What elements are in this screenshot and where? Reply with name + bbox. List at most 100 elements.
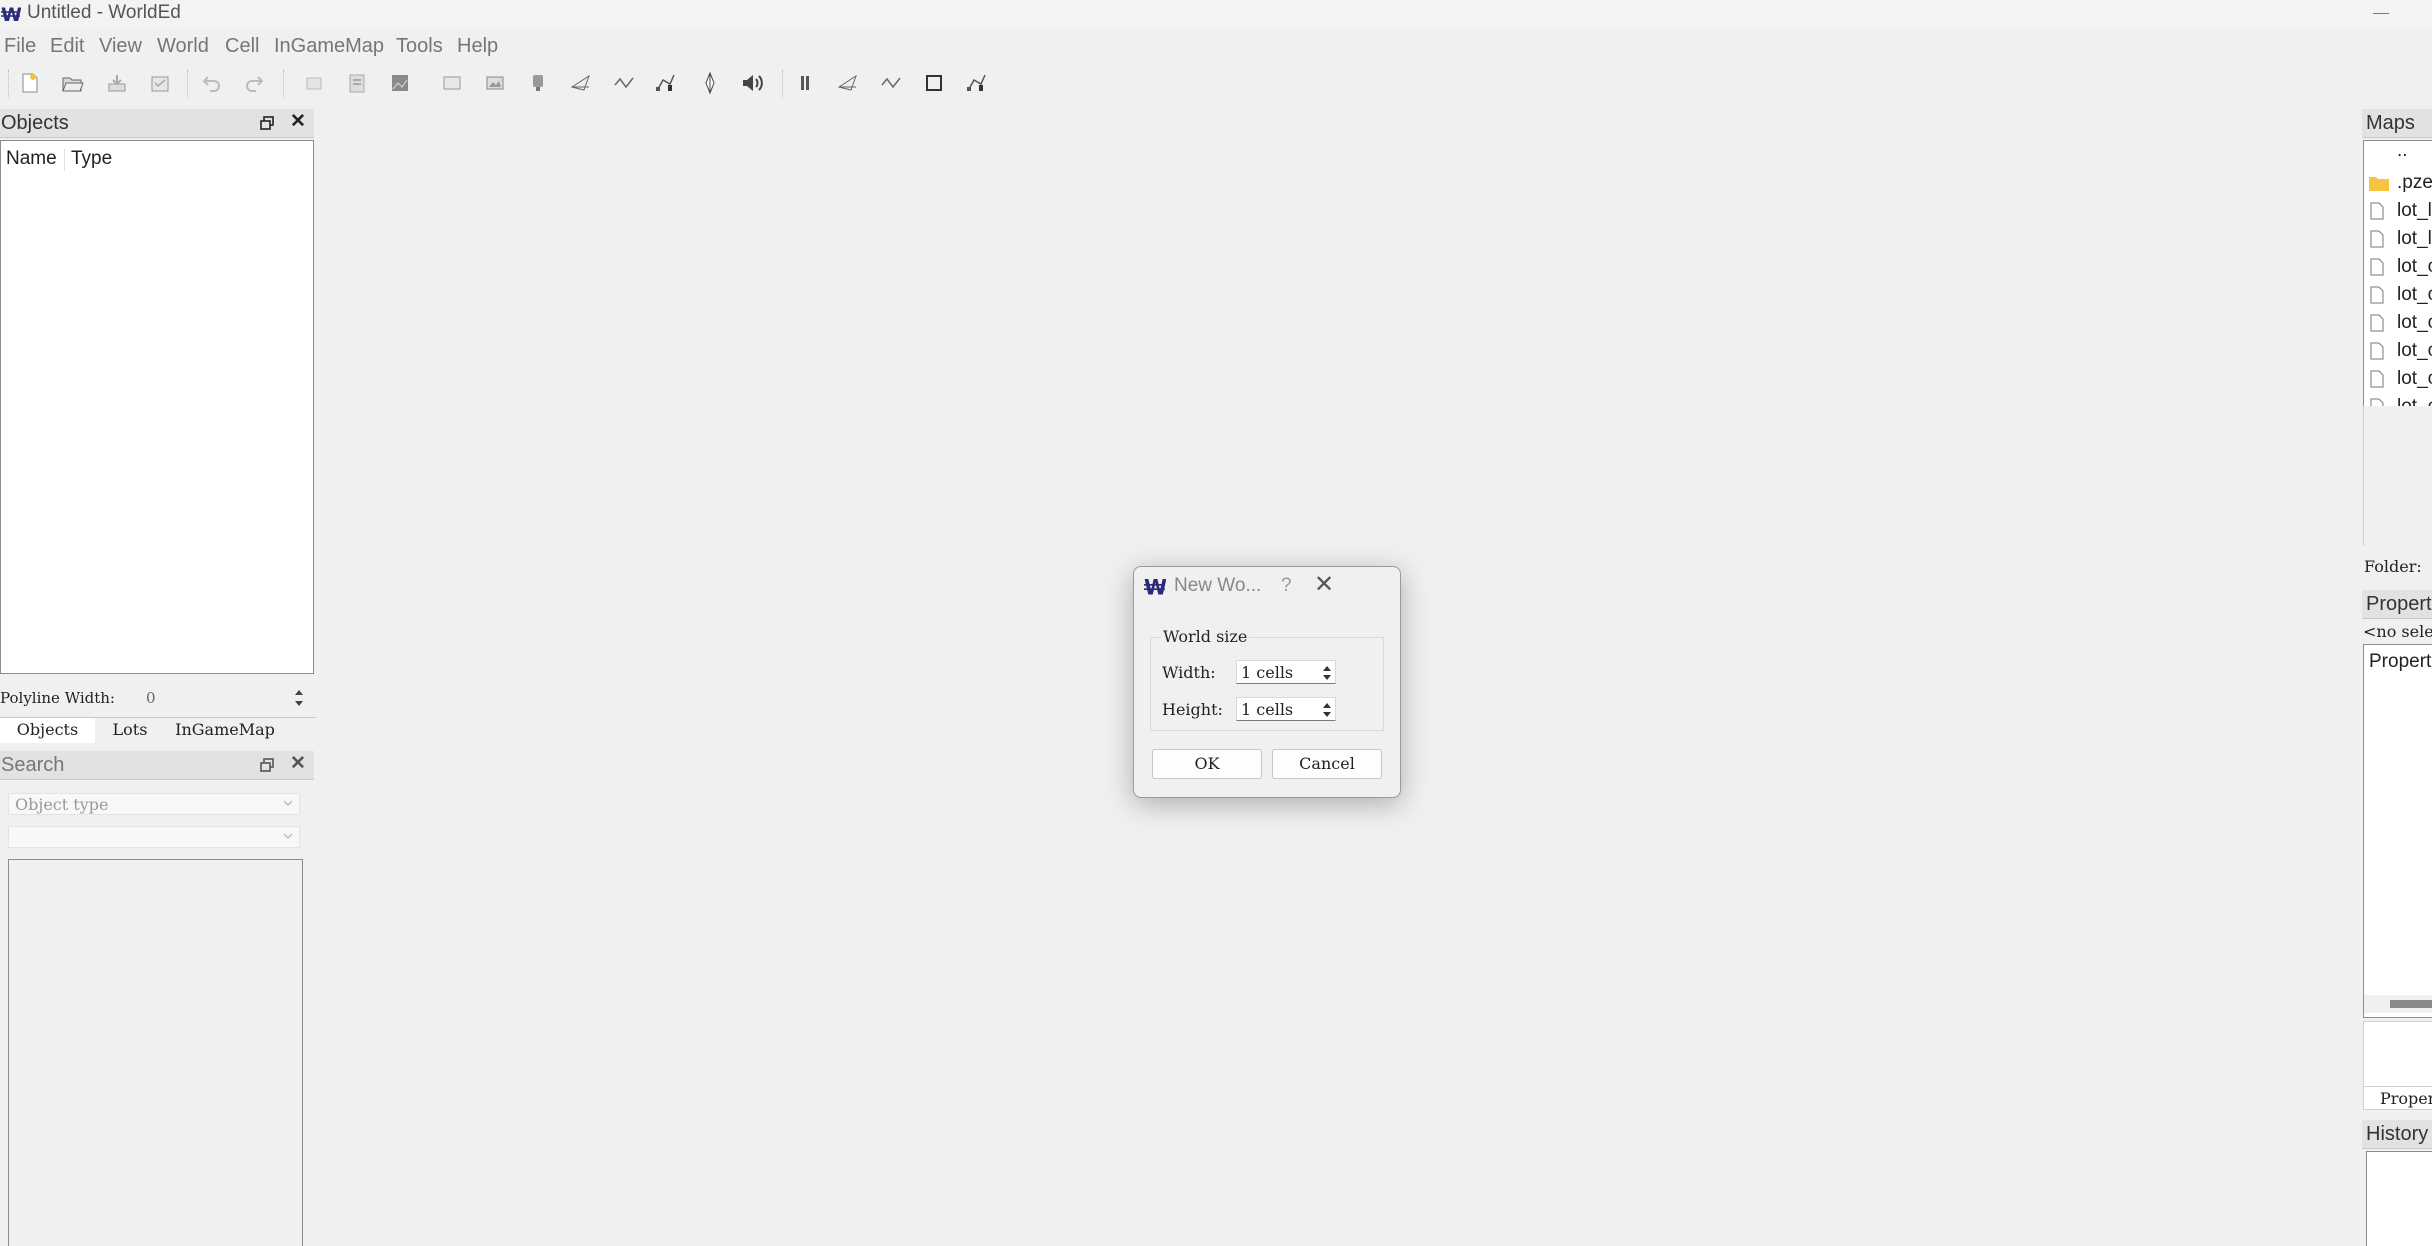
- flag-icon[interactable]: [567, 69, 595, 97]
- cancel-button[interactable]: Cancel: [1272, 749, 1382, 779]
- pause-icon[interactable]: [791, 69, 819, 97]
- search-panel-title: Search: [1, 754, 65, 776]
- objects-tab-bar: Objects Lots InGameMap: [0, 717, 316, 743]
- menu-cell[interactable]: Cell: [225, 31, 259, 61]
- maps-preview: [2363, 406, 2432, 546]
- close-icon[interactable]: ✕: [1314, 572, 1334, 596]
- float-icon[interactable]: [260, 116, 274, 130]
- scrollbar-thumb[interactable]: [2390, 1000, 2432, 1008]
- svg-text:W: W: [1144, 576, 1166, 598]
- width-label: Width:: [1162, 663, 1216, 682]
- search-results-list[interactable]: [8, 859, 303, 1246]
- select-path-icon[interactable]: [652, 69, 680, 97]
- menu-file[interactable]: File: [4, 31, 36, 61]
- width-spinbox[interactable]: 1 cells: [1236, 660, 1336, 684]
- column-divider: [64, 149, 65, 171]
- menu-world[interactable]: World: [157, 31, 209, 61]
- worlded-logo-icon: W: [1, 4, 21, 24]
- height-spinbox[interactable]: 1 cells: [1236, 697, 1336, 721]
- paste-icon[interactable]: [343, 69, 371, 97]
- tab-ingamemap[interactable]: InGameMap: [170, 718, 280, 742]
- properties-panel-title-bar: Propert: [2362, 590, 2432, 619]
- new-icon[interactable]: [16, 69, 44, 97]
- folder-label: Folder:: [2364, 557, 2422, 576]
- polyline-icon[interactable]: [610, 69, 638, 97]
- file-icon: [2370, 342, 2384, 360]
- lamp-icon[interactable]: [524, 69, 552, 97]
- objects-panel-title: Objects: [1, 112, 69, 134]
- spin-arrows-icon[interactable]: [292, 686, 306, 710]
- spin-arrows-icon[interactable]: [1319, 662, 1335, 684]
- sound-icon[interactable]: [738, 69, 766, 97]
- waypoint-icon[interactable]: [696, 69, 724, 97]
- list-item[interactable]: lot_c: [2364, 309, 2432, 337]
- picture-icon[interactable]: [386, 69, 414, 97]
- edit-path-icon[interactable]: [963, 69, 991, 97]
- list-item[interactable]: lot_c: [2364, 337, 2432, 365]
- properties-tree[interactable]: Propert: [2363, 644, 2432, 1018]
- rectangle-icon[interactable]: [438, 69, 466, 97]
- list-item[interactable]: .pze: [2364, 169, 2432, 197]
- undo-icon[interactable]: [198, 69, 226, 97]
- objects-list[interactable]: Name Type: [0, 140, 314, 674]
- flag2-icon[interactable]: [834, 69, 862, 97]
- selection-label: <no sele: [2363, 622, 2432, 641]
- file-icon: [2370, 370, 2384, 388]
- list-item[interactable]: ..: [2364, 141, 2432, 169]
- ok-button[interactable]: OK: [1152, 749, 1262, 779]
- open-icon[interactable]: [58, 69, 86, 97]
- menu-ingamemap[interactable]: InGameMap: [274, 31, 384, 61]
- image-icon[interactable]: [481, 69, 509, 97]
- spin-arrows-icon[interactable]: [1319, 699, 1335, 721]
- polyline-width-value[interactable]: 0: [146, 689, 156, 707]
- property-column-header[interactable]: Propert: [2369, 651, 2431, 673]
- property-description: [2363, 1021, 2432, 1087]
- list-item[interactable]: lot_l: [2364, 225, 2432, 253]
- history-list[interactable]: [2366, 1151, 2432, 1246]
- help-button[interactable]: ?: [1281, 575, 1292, 597]
- column-name[interactable]: Name: [6, 148, 57, 170]
- search-filter-combo[interactable]: [8, 826, 300, 848]
- polyline2-icon[interactable]: [877, 69, 905, 97]
- toolbar: [0, 62, 2432, 106]
- file-icon: [2370, 230, 2384, 248]
- list-item[interactable]: lot_c: [2364, 281, 2432, 309]
- tab-properties[interactable]: Proper: [2363, 1086, 2432, 1110]
- minimize-button[interactable]: [2373, 4, 2389, 20]
- save-icon[interactable]: [103, 69, 131, 97]
- file-icon: [2370, 286, 2384, 304]
- height-value: 1 cells: [1241, 700, 1294, 719]
- file-icon: [2370, 202, 2384, 220]
- file-icon: [2370, 314, 2384, 332]
- close-icon[interactable]: ✕: [290, 754, 306, 773]
- menu-tools[interactable]: Tools: [396, 31, 443, 61]
- tab-lots[interactable]: Lots: [95, 718, 165, 742]
- object-type-combo[interactable]: Object type: [8, 793, 300, 815]
- menu-help[interactable]: Help: [457, 31, 498, 61]
- history-panel-title: History: [2366, 1123, 2429, 1145]
- maps-file-list[interactable]: .. .pze lot_l lot_l lot_c lot_c lot_c lo…: [2363, 140, 2432, 408]
- objects-panel-title-bar: Objects ✕: [0, 109, 314, 138]
- square-icon[interactable]: [920, 69, 948, 97]
- menu-view[interactable]: View: [99, 31, 142, 61]
- cut-icon[interactable]: [300, 69, 328, 97]
- search-panel-title-bar: Search ✕: [0, 751, 314, 780]
- world-size-label: World size: [1161, 627, 1250, 646]
- polyline-width-label: Polyline Width:: [0, 689, 115, 707]
- tab-objects[interactable]: Objects: [0, 718, 95, 743]
- close-icon[interactable]: ✕: [290, 112, 306, 131]
- list-item[interactable]: lot_c: [2364, 365, 2432, 393]
- list-item[interactable]: lot_c: [2364, 253, 2432, 281]
- redo-icon[interactable]: [240, 69, 268, 97]
- column-type[interactable]: Type: [71, 148, 112, 170]
- menu-edit[interactable]: Edit: [50, 31, 84, 61]
- file-icon: [2370, 258, 2384, 276]
- height-label: Height:: [1162, 700, 1223, 719]
- chevron-down-icon: [283, 800, 293, 806]
- horizontal-scrollbar[interactable]: [2364, 995, 2432, 1013]
- float-icon[interactable]: [260, 758, 274, 772]
- save-as-icon[interactable]: [146, 69, 174, 97]
- list-item[interactable]: lot_l: [2364, 197, 2432, 225]
- svg-text:W: W: [1, 4, 21, 24]
- dialog-title: New Wo...: [1174, 575, 1262, 596]
